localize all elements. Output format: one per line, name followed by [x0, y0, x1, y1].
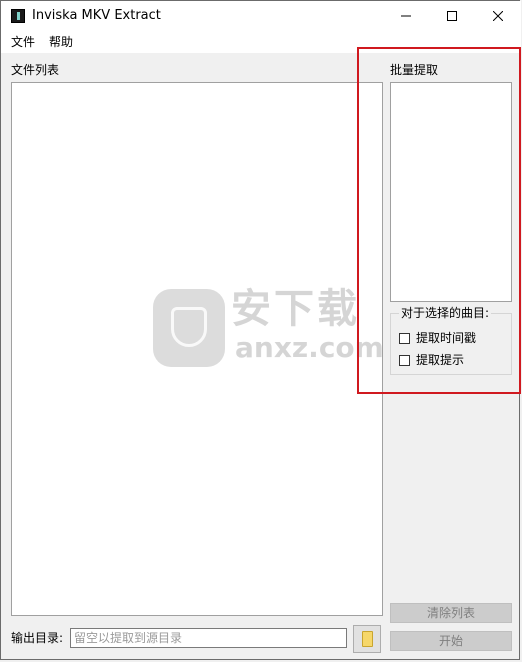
app-icon — [11, 9, 25, 23]
maximize-button[interactable] — [429, 1, 475, 31]
window-title: Inviska MKV Extract — [32, 8, 161, 23]
watermark-text: 安下载 — [231, 286, 360, 332]
menu-help[interactable]: 帮助 — [49, 35, 73, 49]
close-button[interactable] — [475, 1, 521, 31]
selected-tracks-group: 对于选择的曲目: 提取时间戳 提取提示 — [390, 306, 512, 375]
batch-extract-list[interactable] — [390, 82, 512, 302]
minimize-button[interactable] — [383, 1, 429, 31]
app-window: Inviska MKV Extract 文件 帮助 文件列表 批量提取 对于选择… — [0, 0, 521, 660]
menu-bar: 文件 帮助 — [1, 31, 521, 53]
extract-cues-option[interactable]: 提取提示 — [399, 352, 464, 368]
group-title: 对于选择的曲目: — [399, 306, 492, 320]
extract-timestamps-label: 提取时间戳 — [416, 331, 477, 345]
watermark-domain: anxz.com — [235, 331, 384, 364]
extract-timestamps-option[interactable]: 提取时间戳 — [399, 330, 476, 346]
title-bar: Inviska MKV Extract — [1, 1, 521, 31]
extract-cues-label: 提取提示 — [416, 353, 465, 367]
maximize-icon — [447, 11, 457, 21]
extract-timestamps-checkbox[interactable] — [399, 332, 410, 344]
batch-extract-label: 批量提取 — [390, 63, 439, 77]
browse-folder-button[interactable] — [353, 625, 381, 653]
close-icon — [493, 11, 503, 21]
start-button[interactable]: 开始 — [390, 631, 512, 651]
watermark: 安下载 anxz.com — [153, 286, 384, 369]
shield-icon — [153, 289, 225, 367]
minimize-icon — [401, 15, 411, 17]
folder-icon — [361, 631, 373, 647]
clear-list-button[interactable]: 清除列表 — [390, 603, 512, 623]
menu-file[interactable]: 文件 — [11, 35, 35, 49]
output-directory-input[interactable] — [70, 628, 347, 648]
file-list-label: 文件列表 — [11, 63, 60, 77]
output-directory-label: 输出目录: — [11, 631, 64, 645]
extract-cues-checkbox[interactable] — [399, 354, 410, 366]
